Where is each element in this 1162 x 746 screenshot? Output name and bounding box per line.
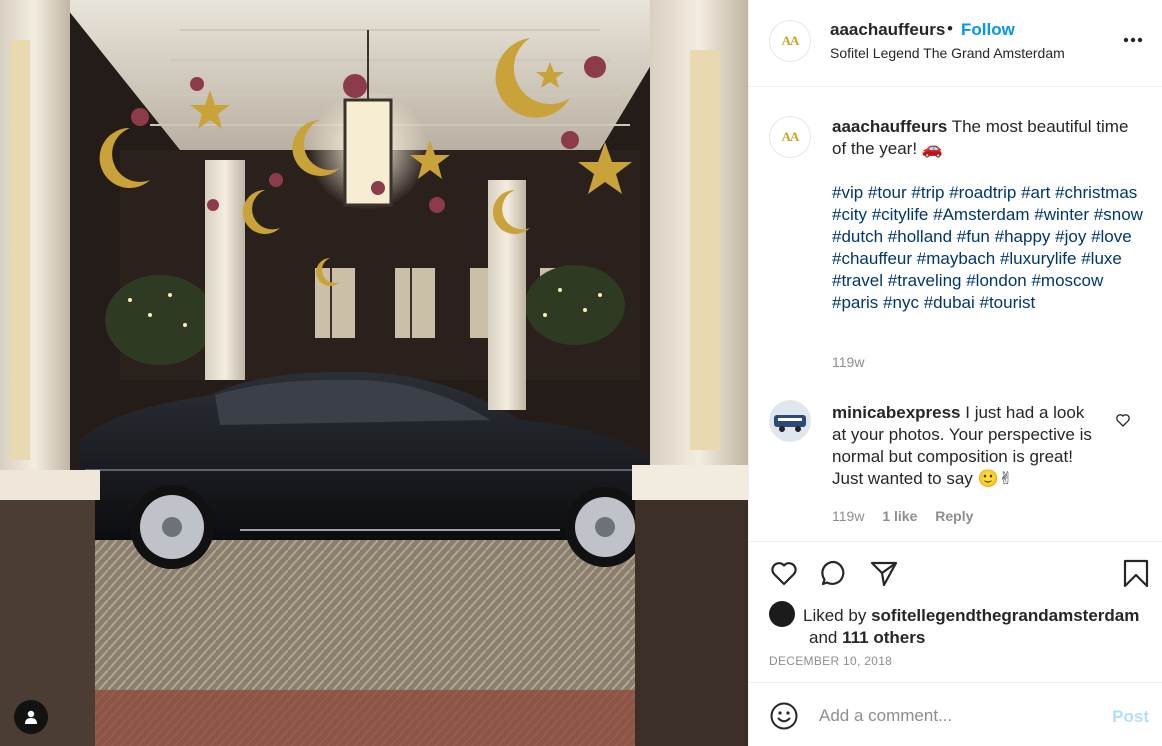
hashtag-link[interactable]: #moscow [1031,271,1103,290]
hashtag-link[interactable]: #trip [911,183,944,202]
liked-by-user[interactable]: sofitellegendthegrandamsterdam [871,606,1139,625]
caption-emoji: 🚗 [921,139,943,158]
liked-by-summary: Liked by sofitellegendthegrandamsterdam … [769,601,1149,649]
hashtag-link[interactable]: #travel [832,271,883,290]
comment-text: minicabexpress I just had a look at your… [832,402,1102,490]
save-button[interactable] [1121,558,1151,593]
user-tag-icon [25,710,37,724]
comment-input[interactable] [819,703,1089,729]
hashtag-link[interactable]: #roadtrip [949,183,1016,202]
liker-avatar[interactable] [769,601,795,627]
hashtag-link[interactable]: #dutch [832,227,883,246]
more-options-button[interactable] [1121,30,1145,50]
comment-timestamp[interactable]: 119w [832,508,864,524]
caption-username[interactable]: aaachauffeurs [832,117,947,136]
hashtag-link[interactable]: #paris [832,293,878,312]
separator-dot: • [947,19,953,38]
heart-outline-icon [1116,414,1130,427]
hashtag-link[interactable]: #vip [832,183,863,202]
post-header: AA aaachauffeurs • Follow Sofitel Legend… [749,0,1162,87]
commenter-username[interactable]: minicabexpress [832,403,961,422]
hashtag-link[interactable]: #fun [957,227,990,246]
comment-reply-button[interactable]: Reply [935,508,973,524]
post-date[interactable]: DECEMBER 10, 2018 [769,654,892,668]
post-image [0,0,748,746]
hashtag-link[interactable]: #love [1091,227,1132,246]
like-button[interactable] [769,558,799,593]
caption-timestamp[interactable]: 119w [832,354,864,370]
post-comment-button[interactable]: Post [1112,707,1149,727]
hashtag-link[interactable]: #tourist [980,293,1036,312]
comment-bubble-icon [821,560,845,586]
hashtag-link[interactable]: #maybach [917,249,995,268]
liked-by-and: and [809,628,838,647]
hashtag-link[interactable]: #dubai [924,293,975,312]
hashtag-link[interactable]: #city [832,205,867,224]
hashtag-link[interactable]: #nyc [883,293,919,312]
comment-likes-count[interactable]: 1 like [882,508,917,524]
hashtag-link[interactable]: #chauffeur [832,249,912,268]
comment-meta: 119w 1 like Reply [832,508,987,524]
post-photo[interactable] [0,0,748,746]
author-logo: AA [781,33,800,48]
hashtag-link[interactable]: #snow [1094,205,1143,224]
post-side-panel: AA aaachauffeurs • Follow Sofitel Legend… [748,0,1162,746]
minicab-logo [770,401,810,441]
share-button[interactable] [869,558,899,593]
bookmark-icon [1123,559,1149,588]
hashtag-link[interactable]: #christmas [1055,183,1137,202]
location-link[interactable]: Sofitel Legend The Grand Amsterdam [830,45,1065,61]
hashtag-link[interactable]: #art [1021,183,1050,202]
paper-plane-icon [870,561,898,587]
hashtag-link[interactable]: #luxe [1081,249,1122,268]
heart-icon [771,562,797,586]
post-actions: Liked by sofitellegendthegrandamsterdam … [749,541,1162,681]
commenter-avatar[interactable] [769,400,811,442]
hashtag-link[interactable]: #traveling [888,271,962,290]
more-horizontal-icon [1123,37,1143,43]
smiley-icon [770,702,798,730]
add-comment-bar: Post [749,682,1162,746]
hashtag-link[interactable]: #joy [1055,227,1086,246]
hashtag-link[interactable]: #citylife [872,205,929,224]
hashtag-link[interactable]: #luxurylife [1000,249,1077,268]
caption-avatar[interactable]: AA [769,116,811,158]
liked-by-prefix: Liked by [803,606,867,625]
tagged-users-button[interactable] [14,700,48,734]
caption-logo: AA [781,129,800,144]
hashtag-link[interactable]: #happy [995,227,1051,246]
author-username[interactable]: aaachauffeurs [830,20,945,40]
hashtag-link[interactable]: #london [966,271,1027,290]
comment-item: minicabexpress I just had a look at your… [749,400,1162,540]
comment-button[interactable] [819,558,849,593]
author-avatar[interactable]: AA [769,20,811,62]
emoji-picker-button[interactable] [769,701,799,736]
hashtag-link[interactable]: #winter [1034,205,1089,224]
caption-hashtags: #vip #tour #trip #roadtrip #art #christm… [832,182,1150,314]
follow-button[interactable]: Follow [961,20,1015,40]
hashtag-link[interactable]: #tour [868,183,907,202]
caption-text: aaachauffeurs The most beautiful time of… [832,116,1142,160]
hashtag-link[interactable]: #Amsterdam [933,205,1029,224]
likes-others-count[interactable]: 111 others [842,628,925,647]
comment-like-button[interactable] [1115,412,1131,433]
hashtag-link[interactable]: #holland [888,227,952,246]
